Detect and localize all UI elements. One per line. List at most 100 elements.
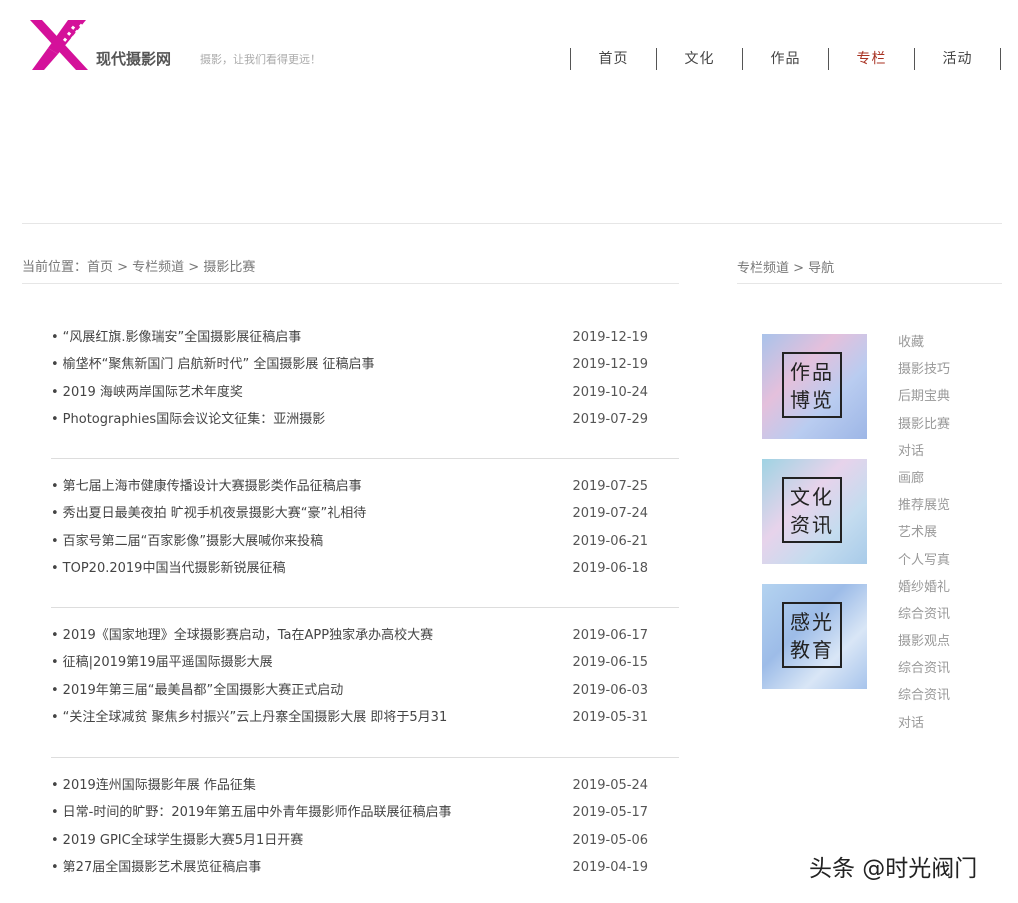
article-title-text[interactable]: 征稿|2019第19届平遥国际摄影大展: [63, 655, 273, 670]
article-row[interactable]: • 秀出夏日最美夜拍 旷视手机夜景摄影大赛“豪”礼相待 2019-07-24: [51, 500, 679, 527]
article-title[interactable]: • 2019连州国际摄影年展 作品征集: [51, 772, 256, 799]
article-date: 2019-06-18: [572, 560, 648, 576]
article-title[interactable]: • 2019 GPIC全球学生摄影大赛5月1日开赛: [51, 827, 303, 854]
site-name[interactable]: 现代摄影网: [96, 48, 171, 69]
article-title[interactable]: • 第七届上海市健康传播设计大赛摄影类作品征稿启事: [51, 473, 362, 500]
tile-label: 作品 博览: [782, 352, 842, 418]
bullet-icon: •: [51, 709, 59, 725]
article-title[interactable]: • Photographies国际会议论文征集：亚洲摄影: [51, 406, 325, 433]
article-title[interactable]: • 征稿|2019第19届平遥国际摄影大展: [51, 649, 273, 676]
sidebar-link[interactable]: 后期宝典: [898, 383, 950, 410]
bullet-icon: •: [51, 384, 59, 400]
article-title-text[interactable]: 百家号第二届“百家影像”摄影大展喊你来投稿: [63, 534, 323, 549]
nav-item-culture[interactable]: 文化: [656, 48, 742, 70]
article-row[interactable]: • 征稿|2019第19届平遥国际摄影大展 2019-06-15: [51, 649, 679, 676]
bullet-icon: •: [51, 560, 59, 576]
article-title[interactable]: • 2019《国家地理》全球摄影赛启动，Ta在APP独家承办高校大赛: [51, 622, 433, 649]
bullet-icon: •: [51, 682, 59, 698]
tile-label: 文化 资讯: [782, 477, 842, 543]
sidebar-link[interactable]: 摄影观点: [898, 628, 950, 655]
breadcrumb[interactable]: 当前位置：首页 > 专栏频道 > 摄影比赛: [22, 256, 255, 275]
article-row[interactable]: • 2019《国家地理》全球摄影赛启动，Ta在APP独家承办高校大赛 2019-06…: [51, 622, 679, 649]
article-title-text[interactable]: 2019《国家地理》全球摄影赛启动，Ta在APP独家承办高校大赛: [63, 628, 433, 643]
tile-culture-news[interactable]: 文化 资讯: [762, 459, 867, 564]
sidebar-link[interactable]: 摄影比赛: [898, 411, 950, 438]
tile-works-expo[interactable]: 作品 博览: [762, 334, 867, 439]
article-title-text[interactable]: 第27届全国摄影艺术展览征稿启事: [63, 860, 262, 875]
sidebar-link[interactable]: 婚纱婚礼: [898, 574, 950, 601]
nav-item-column[interactable]: 专栏: [828, 48, 914, 70]
article-title[interactable]: • 2019年第三届“最美昌都”全国摄影大赛正式启动: [51, 677, 343, 704]
article-title[interactable]: • 榆垡杯“聚焦新国门 启航新时代” 全国摄影展 征稿启事: [51, 351, 375, 378]
article-row[interactable]: • 2019年第三届“最美昌都”全国摄影大赛正式启动 2019-06-03: [51, 677, 679, 704]
sidebar-link[interactable]: 综合资讯: [898, 682, 950, 709]
article-row[interactable]: • 日常-时间的旷野：2019年第五届中外青年摄影师作品联展征稿启事 2019-05…: [51, 799, 679, 826]
sidebar-link[interactable]: 个人写真: [898, 547, 950, 574]
nav-item-works[interactable]: 作品: [742, 48, 828, 70]
article-row[interactable]: • 2019 海峡两岸国际艺术年度奖 2019-10-24: [51, 379, 679, 406]
article-date: 2019-07-25: [572, 479, 648, 494]
article-title-text[interactable]: 2019 海峡两岸国际艺术年度奖: [63, 385, 243, 400]
article-row[interactable]: • “关注全球减贫 聚焦乡村振兴”云上丹寨全国摄影大展 即将于5月31 2019-0…: [51, 704, 679, 731]
tile-label-line: 感光: [790, 610, 834, 634]
article-row[interactable]: • 百家号第二届“百家影像”摄影大展喊你来投稿 2019-06-21: [51, 528, 679, 555]
tile-photo-education[interactable]: 感光 教育: [762, 584, 867, 689]
article-title-text[interactable]: “关注全球减贫 聚焦乡村振兴”云上丹寨全国摄影大展 即将于5月31: [63, 710, 448, 725]
article-date: 2019-06-15: [572, 655, 648, 671]
site-logo-icon[interactable]: [28, 18, 90, 72]
article-title-text[interactable]: 秀出夏日最美夜拍 旷视手机夜景摄影大赛“豪”礼相待: [63, 506, 367, 521]
article-date: 2019-05-24: [572, 778, 648, 793]
tile-label-line: 文化: [790, 485, 834, 509]
article-title[interactable]: • 2019 海峡两岸国际艺术年度奖: [51, 379, 243, 406]
article-title[interactable]: • 日常-时间的旷野：2019年第五届中外青年摄影师作品联展征稿启事: [51, 799, 451, 826]
article-title[interactable]: • 秀出夏日最美夜拍 旷视手机夜景摄影大赛“豪”礼相待: [51, 500, 366, 527]
article-row[interactable]: • 2019 GPIC全球学生摄影大赛5月1日开赛 2019-05-06: [51, 827, 679, 854]
article-title-text[interactable]: 第七届上海市健康传播设计大赛摄影类作品征稿启事: [63, 479, 362, 494]
article-title-text[interactable]: 榆垡杯“聚焦新国门 启航新时代” 全国摄影展 征稿启事: [63, 357, 375, 372]
sidebar-divider: [737, 283, 1002, 284]
article-title-text[interactable]: 2019年第三届“最美昌都”全国摄影大赛正式启动: [63, 683, 344, 698]
bullet-icon: •: [51, 805, 59, 821]
tile-label: 感光 教育: [782, 602, 842, 668]
sidebar-link[interactable]: 推荐展览: [898, 492, 950, 519]
group-divider: [51, 458, 679, 459]
article-title-text[interactable]: “风展红旗.影像瑞安”全国摄影展征稿启事: [63, 330, 302, 345]
article-title-text[interactable]: TOP20.2019中国当代摄影新锐展征稿: [63, 561, 286, 576]
article-title-text[interactable]: 日常-时间的旷野：2019年第五届中外青年摄影师作品联展征稿启事: [63, 805, 452, 820]
main-nav: 首页 文化 作品 专栏 活动: [570, 48, 1001, 70]
nav-item-home[interactable]: 首页: [570, 48, 656, 70]
article-row[interactable]: • Photographies国际会议论文征集：亚洲摄影 2019-07-29: [51, 406, 679, 433]
article-title-text[interactable]: 2019连州国际摄影年展 作品征集: [63, 778, 256, 793]
sidebar-link[interactable]: 综合资讯: [898, 601, 950, 628]
article-title[interactable]: • 第27届全国摄影艺术展览征稿启事: [51, 854, 261, 881]
article-date: 2019-06-03: [572, 682, 648, 698]
sidebar-link[interactable]: 艺术展: [898, 519, 950, 546]
article-date: 2019-05-31: [572, 709, 648, 725]
article-row[interactable]: • 2019连州国际摄影年展 作品征集 2019-05-24: [51, 772, 679, 799]
sidebar-breadcrumb[interactable]: 专栏频道 > 导航: [737, 257, 834, 276]
article-title[interactable]: • 百家号第二届“百家影像”摄影大展喊你来投稿: [51, 528, 323, 555]
article-title-text[interactable]: 2019 GPIC全球学生摄影大赛5月1日开赛: [63, 833, 304, 848]
article-group: • 第七届上海市健康传播设计大赛摄影类作品征稿启事 2019-07-25 • 秀出夏日最…: [51, 473, 679, 582]
article-row[interactable]: • 榆垡杯“聚焦新国门 启航新时代” 全国摄影展 征稿启事 2019-12-19: [51, 351, 679, 378]
article-title-text[interactable]: Photographies国际会议论文征集：亚洲摄影: [63, 412, 326, 427]
article-title[interactable]: • “风展红旗.影像瑞安”全国摄影展征稿启事: [51, 324, 301, 351]
article-row[interactable]: • TOP20.2019中国当代摄影新锐展征稿 2019-06-18: [51, 555, 679, 582]
nav-item-events[interactable]: 活动: [914, 48, 1001, 70]
article-row[interactable]: • 第27届全国摄影艺术展览征稿启事 2019-04-19: [51, 854, 679, 881]
article-title[interactable]: • “关注全球减贫 聚焦乡村振兴”云上丹寨全国摄影大展 即将于5月31: [51, 704, 447, 731]
article-title[interactable]: • TOP20.2019中国当代摄影新锐展征稿: [51, 555, 285, 582]
sidebar-link[interactable]: 对话: [898, 710, 950, 737]
article-row[interactable]: • “风展红旗.影像瑞安”全国摄影展征稿启事 2019-12-19: [51, 324, 679, 351]
article-row[interactable]: • 第七届上海市健康传播设计大赛摄影类作品征稿启事 2019-07-25: [51, 473, 679, 500]
sidebar-link[interactable]: 综合资讯: [898, 655, 950, 682]
bullet-icon: •: [51, 411, 59, 427]
article-group: • 2019连州国际摄影年展 作品征集 2019-05-24 • 日常-时间的旷野：20…: [51, 772, 679, 881]
bullet-icon: •: [51, 357, 59, 373]
sidebar-link[interactable]: 画廊: [898, 465, 950, 492]
article-group: • “风展红旗.影像瑞安”全国摄影展征稿启事 2019-12-19 • 榆垡杯“聚焦新国…: [51, 324, 679, 433]
bullet-icon: •: [51, 778, 59, 793]
sidebar-link[interactable]: 对话: [898, 438, 950, 465]
sidebar-link[interactable]: 收藏: [898, 329, 950, 356]
sidebar-link[interactable]: 摄影技巧: [898, 356, 950, 383]
